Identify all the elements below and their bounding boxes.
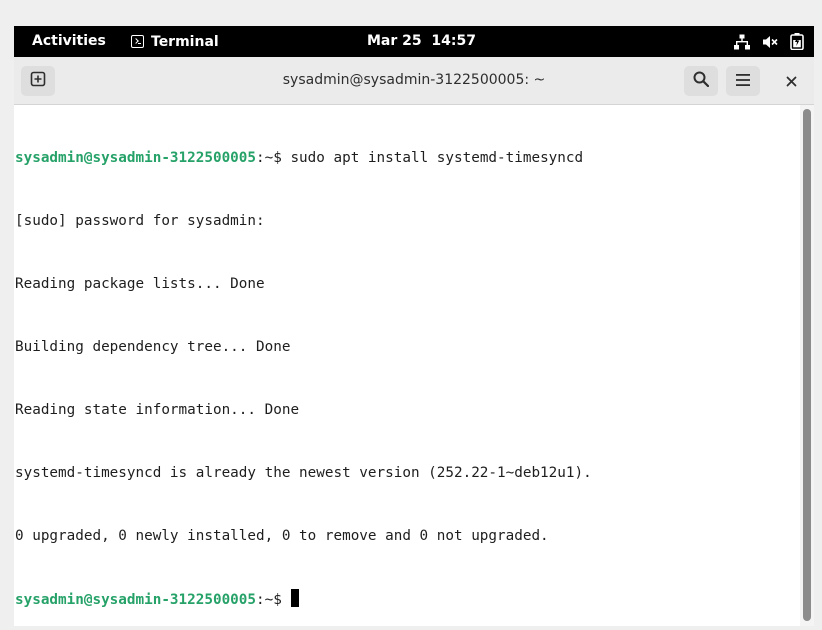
prompt-suffix: :~$ <box>256 150 291 166</box>
clock[interactable]: Mar 25 14:57 <box>367 26 476 57</box>
terminal-scrollbar[interactable] <box>800 105 814 626</box>
activities-button[interactable]: Activities <box>32 26 106 57</box>
prompt-suffix: :~$ <box>256 592 291 608</box>
output-line: Reading package lists... Done <box>15 276 265 292</box>
top-bar: Activities Terminal Mar 25 14:57 <box>14 26 814 57</box>
output-line: Building dependency tree... Done <box>15 339 291 355</box>
terminal-icon <box>131 35 144 48</box>
close-icon <box>786 72 797 91</box>
system-tray[interactable] <box>734 26 804 57</box>
new-tab-icon <box>30 71 46 91</box>
active-prompt-line: sysadmin@sysadmin-3122500005:~$ <box>15 589 800 610</box>
hamburger-menu-icon <box>735 72 751 91</box>
output-line: Reading state information... Done <box>15 402 300 418</box>
network-icon <box>734 34 750 50</box>
battery-icon <box>790 33 804 50</box>
search-icon <box>693 71 710 91</box>
prompt-user: sysadmin@sysadmin-3122500005 <box>15 150 257 166</box>
new-tab-button[interactable] <box>21 66 55 96</box>
search-button[interactable] <box>684 66 718 96</box>
prompt-user: sysadmin@sysadmin-3122500005 <box>15 592 257 608</box>
scrollbar-thumb[interactable] <box>803 109 811 621</box>
app-menu-label: Terminal <box>151 33 219 50</box>
desktop-screen: Activities Terminal Mar 25 14:57 sysadmi… <box>14 26 814 626</box>
terminal-output[interactable]: sysadmin@sysadmin-3122500005:~$ sudo apt… <box>14 105 800 626</box>
command-text: sudo apt install systemd-timesyncd <box>290 150 584 166</box>
app-menu-terminal[interactable]: Terminal <box>131 26 219 57</box>
text-cursor <box>291 589 300 607</box>
close-window-button[interactable] <box>778 66 804 96</box>
main-menu-button[interactable] <box>726 66 760 96</box>
command-line: sysadmin@sysadmin-3122500005:~$ sudo apt… <box>15 148 800 169</box>
volume-muted-icon <box>762 34 778 50</box>
output-line: systemd-timesyncd is already the newest … <box>15 465 592 481</box>
output-line: [sudo] password for sysadmin: <box>15 213 265 229</box>
output-line: 0 upgraded, 0 newly installed, 0 to remo… <box>15 528 549 544</box>
window-headerbar: sysadmin@sysadmin-3122500005: ~ <box>14 57 814 105</box>
